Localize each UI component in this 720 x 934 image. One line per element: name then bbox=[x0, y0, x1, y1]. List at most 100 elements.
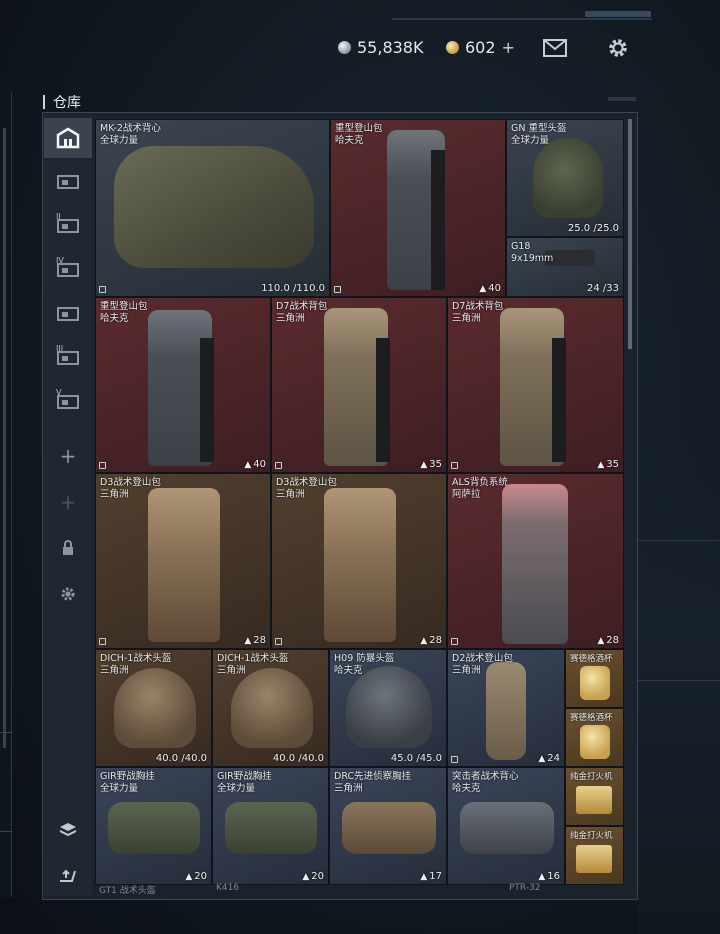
gold-coin-icon bbox=[446, 41, 459, 54]
lock-marker-icon bbox=[451, 638, 458, 645]
chest-rig-image bbox=[108, 802, 200, 854]
chest-rig-image bbox=[460, 802, 554, 854]
lock-marker-icon bbox=[275, 462, 282, 469]
item-cell[interactable]: D7战术背包 三角洲 ▲ 35 bbox=[271, 297, 447, 473]
item-name: DICH-1战术头盔 三角洲 bbox=[217, 653, 289, 676]
backpack-image bbox=[324, 488, 396, 642]
item-name: D3战术登山包 三角洲 bbox=[276, 477, 337, 500]
item-name: G18 9x19mm bbox=[511, 241, 554, 264]
scrollbar-thumb[interactable] bbox=[628, 119, 632, 349]
item-cell[interactable]: GIR野战胸挂 全球力量 ▲ 20 bbox=[212, 767, 329, 885]
lock-marker-icon bbox=[334, 286, 341, 293]
chest-rig-image bbox=[342, 802, 436, 854]
item-cell[interactable]: GN 重型头盔 全球力量 25.0 /25.0 bbox=[506, 119, 624, 237]
item-capacity: ▲ 16 bbox=[538, 871, 560, 882]
item-name: DICH-1战术头盔 三角洲 bbox=[100, 653, 172, 676]
mail-icon bbox=[543, 39, 567, 57]
item-name: K416 bbox=[216, 883, 240, 893]
silver-currency[interactable]: 55,838K bbox=[338, 38, 423, 57]
gold-currency[interactable]: 602 + bbox=[446, 38, 515, 57]
item-cell[interactable]: GIR野战胸挂 全球力量 ▲ 20 bbox=[95, 767, 212, 885]
item-cell[interactable]: ALS背负系统 阿萨拉 ▲ 28 bbox=[447, 473, 624, 649]
item-cell[interactable]: DRC先进侦察胸挂 三角洲 ▲ 17 bbox=[329, 767, 447, 885]
item-cell[interactable]: 赛德格酒杯 bbox=[565, 708, 624, 767]
item-name: D7战术背包 三角洲 bbox=[276, 301, 328, 324]
capacity-icon: ▲ bbox=[420, 872, 428, 882]
title-bar bbox=[43, 95, 45, 109]
item-cell[interactable]: DICH-1战术头盔 三角洲 40.0 /40.0 bbox=[95, 649, 212, 767]
item-capacity: ▲ 40 bbox=[479, 283, 501, 294]
item-cell[interactable]: 纯金打火机 bbox=[565, 767, 624, 826]
capacity-icon: ▲ bbox=[244, 460, 252, 470]
item-name: 重型登山包 哈夫克 bbox=[100, 301, 148, 324]
capacity-icon: ▲ bbox=[538, 872, 546, 882]
item-capacity: ▲ 20 bbox=[302, 871, 324, 882]
item-name: 突击者战术背心 哈夫克 bbox=[452, 771, 519, 794]
warehouse-title: 仓库 bbox=[43, 92, 81, 112]
silver-coin-icon bbox=[338, 41, 351, 54]
add-tab-button[interactable]: + bbox=[44, 436, 92, 476]
inventory-scrollbar[interactable] bbox=[628, 119, 632, 897]
warehouse-settings-button[interactable] bbox=[44, 574, 92, 614]
item-cell[interactable]: 重型登山包 哈夫克 ▲ 40 bbox=[330, 119, 506, 297]
item-cell[interactable]: 赛德格酒杯 bbox=[565, 649, 624, 708]
plus-icon: + bbox=[59, 490, 77, 514]
capacity-icon: ▲ bbox=[597, 636, 605, 646]
item-capacity: ▲ 40 bbox=[244, 459, 266, 470]
lighter-image bbox=[576, 786, 612, 814]
left-panel-scrollbar[interactable] bbox=[3, 128, 6, 748]
tab-mini-label: IV bbox=[56, 256, 64, 265]
item-cell[interactable]: H09 防暴头盔 哈夫克 45.0 /45.0 bbox=[329, 649, 447, 767]
item-cell[interactable]: D3战术登山包 三角洲 ▲ 28 bbox=[271, 473, 447, 649]
mail-button[interactable] bbox=[541, 36, 569, 60]
gear-icon bbox=[609, 39, 627, 57]
lock-button[interactable] bbox=[44, 528, 92, 568]
item-name: PTR-32 bbox=[509, 883, 541, 893]
tab-warehouse-6[interactable]: V bbox=[44, 382, 92, 422]
capacity-icon: ▲ bbox=[597, 460, 605, 470]
item-cell[interactable]: 重型登山包 哈夫克 ▲ 40 bbox=[95, 297, 271, 473]
item-capacity: ▲ 35 bbox=[597, 459, 619, 470]
gear-icon bbox=[61, 587, 75, 601]
backpack-image bbox=[502, 484, 568, 644]
tab-warehouse-3[interactable]: IV bbox=[44, 250, 92, 290]
item-ammo: 24 /33 bbox=[587, 283, 619, 294]
item-capacity: ▲ 20 bbox=[185, 871, 207, 882]
lighter-image bbox=[576, 845, 612, 873]
item-cell[interactable]: D2战术登山包 三角洲 ▲ 24 bbox=[447, 649, 565, 767]
item-name: GT1 战术头盔 bbox=[99, 886, 156, 896]
add-tab-disabled-button[interactable]: + bbox=[44, 482, 92, 522]
item-cell[interactable]: D3战术登山包 三角洲 ▲ 28 bbox=[95, 473, 271, 649]
tab-warehouse-4[interactable] bbox=[44, 294, 92, 334]
item-cell[interactable]: G18 9x19mm 24 /33 bbox=[506, 237, 624, 297]
helmet-image bbox=[114, 668, 196, 748]
tab-warehouse-2[interactable]: II bbox=[44, 206, 92, 246]
lock-marker-icon bbox=[99, 638, 106, 645]
item-capacity: ▲ 28 bbox=[597, 635, 619, 646]
tab-mini-label: II bbox=[56, 212, 61, 221]
item-cell[interactable]: 突击者战术背心 哈夫克 ▲ 16 bbox=[447, 767, 565, 885]
layers-icon bbox=[59, 823, 77, 837]
item-cell[interactable]: D7战术背包 三角洲 ▲ 35 bbox=[447, 297, 624, 473]
left-panel bbox=[0, 92, 12, 897]
item-durability: 45.0 /45.0 bbox=[390, 753, 442, 764]
tab-warehouse-1[interactable] bbox=[44, 162, 92, 202]
cart-sort-icon bbox=[60, 869, 76, 882]
item-cell[interactable]: DICH-1战术头盔 三角洲 40.0 /40.0 bbox=[212, 649, 329, 767]
chest-rig-image bbox=[225, 802, 317, 854]
item-cell[interactable]: MK-2战术背心 全球力量 110.0 /110.0 bbox=[95, 119, 330, 297]
helmet-image bbox=[346, 666, 432, 748]
tab-warehouse-5[interactable]: III bbox=[44, 338, 92, 378]
vest-image bbox=[114, 146, 314, 268]
capacity-icon: ▲ bbox=[244, 636, 252, 646]
settings-button[interactable] bbox=[604, 36, 632, 60]
sort-button[interactable] bbox=[44, 856, 92, 896]
capacity-icon: ▲ bbox=[302, 872, 310, 882]
warehouse-title-label: 仓库 bbox=[53, 95, 81, 111]
layers-button[interactable] bbox=[44, 810, 92, 850]
add-gold-button[interactable]: + bbox=[502, 38, 515, 57]
tab-warehouse-all[interactable] bbox=[44, 118, 92, 158]
item-cell[interactable]: 纯金打火机 bbox=[565, 826, 624, 885]
plus-icon: + bbox=[59, 444, 77, 468]
storage-icon bbox=[57, 175, 79, 189]
